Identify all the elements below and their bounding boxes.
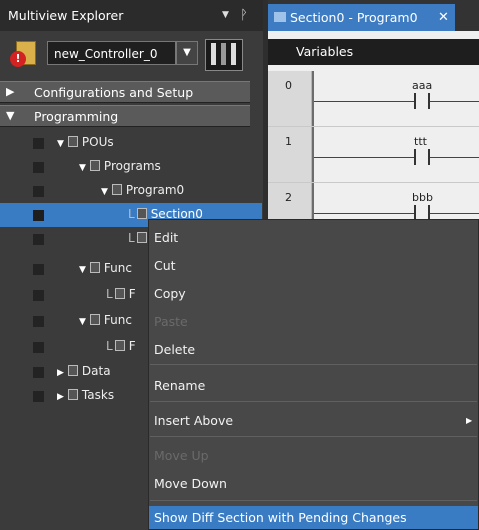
tree-item-label: Program0 <box>125 183 185 197</box>
rung-number: 2 <box>285 191 292 204</box>
tree-item-pous[interactable]: ▼ POUs <box>0 131 262 155</box>
tab-section0-program0[interactable]: Section0 - Program0 ✕ <box>268 4 455 31</box>
checkbox-icon <box>33 234 44 245</box>
section-programming[interactable]: ▼ Programming <box>0 105 250 127</box>
ladder-icon <box>274 12 286 22</box>
section-label: Programming <box>34 109 119 124</box>
caret-down-icon[interactable]: ▼ <box>79 317 86 327</box>
context-menu: Edit Cut Copy Paste Delete Rename Insert… <box>148 219 479 530</box>
menu-item-insert-above[interactable]: Insert Above ▶ <box>149 407 478 433</box>
program-icon <box>111 184 122 195</box>
menu-item-label: Show Diff Section with Pending Changes <box>154 510 407 525</box>
caret-right-icon[interactable]: ▶ <box>6 85 14 98</box>
contact-icon[interactable] <box>414 93 416 109</box>
tree-item-label: Programs <box>103 159 161 173</box>
tree-item-label: F <box>128 339 136 353</box>
checkbox-icon <box>33 316 44 327</box>
variables-label: Variables <box>296 44 354 59</box>
ladder-rung[interactable]: 1 ttt <box>268 127 479 183</box>
function-block-icon <box>114 340 125 351</box>
close-icon[interactable]: ✕ <box>438 4 449 31</box>
rung-number: 1 <box>285 135 292 148</box>
controller-error-icon: ! <box>10 39 38 69</box>
caret-right-icon[interactable]: ▶ <box>57 392 64 402</box>
programs-folder-icon <box>89 160 100 171</box>
caret-down-icon[interactable]: ▼ <box>57 139 64 149</box>
caret-down-icon[interactable]: ▼ <box>79 265 86 275</box>
checkbox-icon <box>33 264 44 275</box>
menu-item-show-diff-section[interactable]: Show Diff Section with Pending Changes <box>149 506 478 529</box>
caret-down-icon[interactable]: ▼ <box>79 163 86 173</box>
pin-icon[interactable]: ᚹ <box>240 0 248 31</box>
function-icon <box>114 288 125 299</box>
menu-separator <box>150 401 477 402</box>
menu-item-label: Insert Above <box>154 413 234 428</box>
contact-icon[interactable] <box>414 149 416 165</box>
controller-select[interactable]: new_Controller_0 <box>47 41 176 65</box>
checkbox-icon <box>33 138 44 149</box>
contact-variable[interactable]: ttt <box>414 135 427 148</box>
menu-separator <box>150 500 477 501</box>
submenu-arrow-icon: ▶ <box>466 416 473 425</box>
tree-item-programs[interactable]: ▼ Programs <box>0 155 262 179</box>
checkbox-icon <box>33 391 44 402</box>
tree-item-program0[interactable]: ▼ Program0 <box>0 179 262 203</box>
checkbox-icon <box>33 342 44 353</box>
menu-item-rename[interactable]: Rename <box>149 372 478 398</box>
caret-right-icon[interactable]: ▶ <box>57 368 64 378</box>
menu-item-label: Move Up <box>154 448 209 463</box>
tree-item-label: F <box>128 287 136 301</box>
menu-separator <box>150 364 477 365</box>
menu-item-edit[interactable]: Edit <box>149 224 478 250</box>
checkbox-icon <box>33 186 44 197</box>
caret-down-icon[interactable]: ▼ <box>6 109 14 122</box>
ladder-rung[interactable]: 0 aaa <box>268 71 479 127</box>
variables-bar[interactable]: Variables <box>268 39 479 65</box>
menu-item-label: Cut <box>154 258 176 273</box>
tree-item-label: Func <box>103 261 132 275</box>
menu-item-label: Delete <box>154 342 196 357</box>
explorer-title: Multiview Explorer <box>8 8 124 23</box>
contact-variable[interactable]: aaa <box>412 79 432 92</box>
section-icon <box>136 232 147 243</box>
pou-icon <box>67 136 78 147</box>
menu-item-delete[interactable]: Delete <box>149 336 478 362</box>
menu-separator <box>150 436 477 437</box>
tree-item-label: POUs <box>81 135 114 149</box>
chevron-down-icon[interactable]: ▼ <box>176 41 198 65</box>
panel-dropdown-icon[interactable]: ▼ <box>222 0 229 31</box>
section-label: Configurations and Setup <box>34 85 194 100</box>
function-blocks-folder-icon <box>89 314 100 325</box>
menu-item-copy[interactable]: Copy <box>149 280 478 306</box>
checkbox-icon <box>33 162 44 173</box>
checkbox-icon <box>33 290 44 301</box>
section-configurations-and-setup[interactable]: ▶ Configurations and Setup <box>0 81 250 103</box>
explorer-title-bar: Multiview Explorer ▼ ᚹ <box>0 0 263 31</box>
tree-item-label: Func <box>103 313 132 327</box>
tasks-icon <box>67 389 78 400</box>
menu-item-label: Copy <box>154 286 186 301</box>
menu-item-label: Move Down <box>154 476 227 491</box>
tab-title: Section0 - Program0 <box>290 10 418 25</box>
menu-item-label: Paste <box>154 314 188 329</box>
checkbox-icon <box>33 367 44 378</box>
menu-item-cut[interactable]: Cut <box>149 252 478 278</box>
caret-down-icon[interactable]: ▼ <box>101 187 108 197</box>
menu-item-move-down[interactable]: Move Down <box>149 470 478 496</box>
contact-variable[interactable]: bbb <box>412 191 433 204</box>
controller-device-icon[interactable] <box>205 39 243 71</box>
menu-item-label: Edit <box>154 230 179 245</box>
controller-selector-row: ! new_Controller_0 ▼ <box>0 31 263 77</box>
menu-item-label: Rename <box>154 378 206 393</box>
tree-item-label: Tasks <box>81 388 115 402</box>
rung-number: 0 <box>285 79 292 92</box>
menu-item-move-up: Move Up <box>149 442 478 468</box>
data-icon <box>67 365 78 376</box>
functions-folder-icon <box>89 262 100 273</box>
checkbox-icon <box>33 210 44 221</box>
tree-item-label: Data <box>81 364 111 378</box>
section-icon <box>136 208 147 219</box>
menu-item-paste: Paste <box>149 308 478 334</box>
